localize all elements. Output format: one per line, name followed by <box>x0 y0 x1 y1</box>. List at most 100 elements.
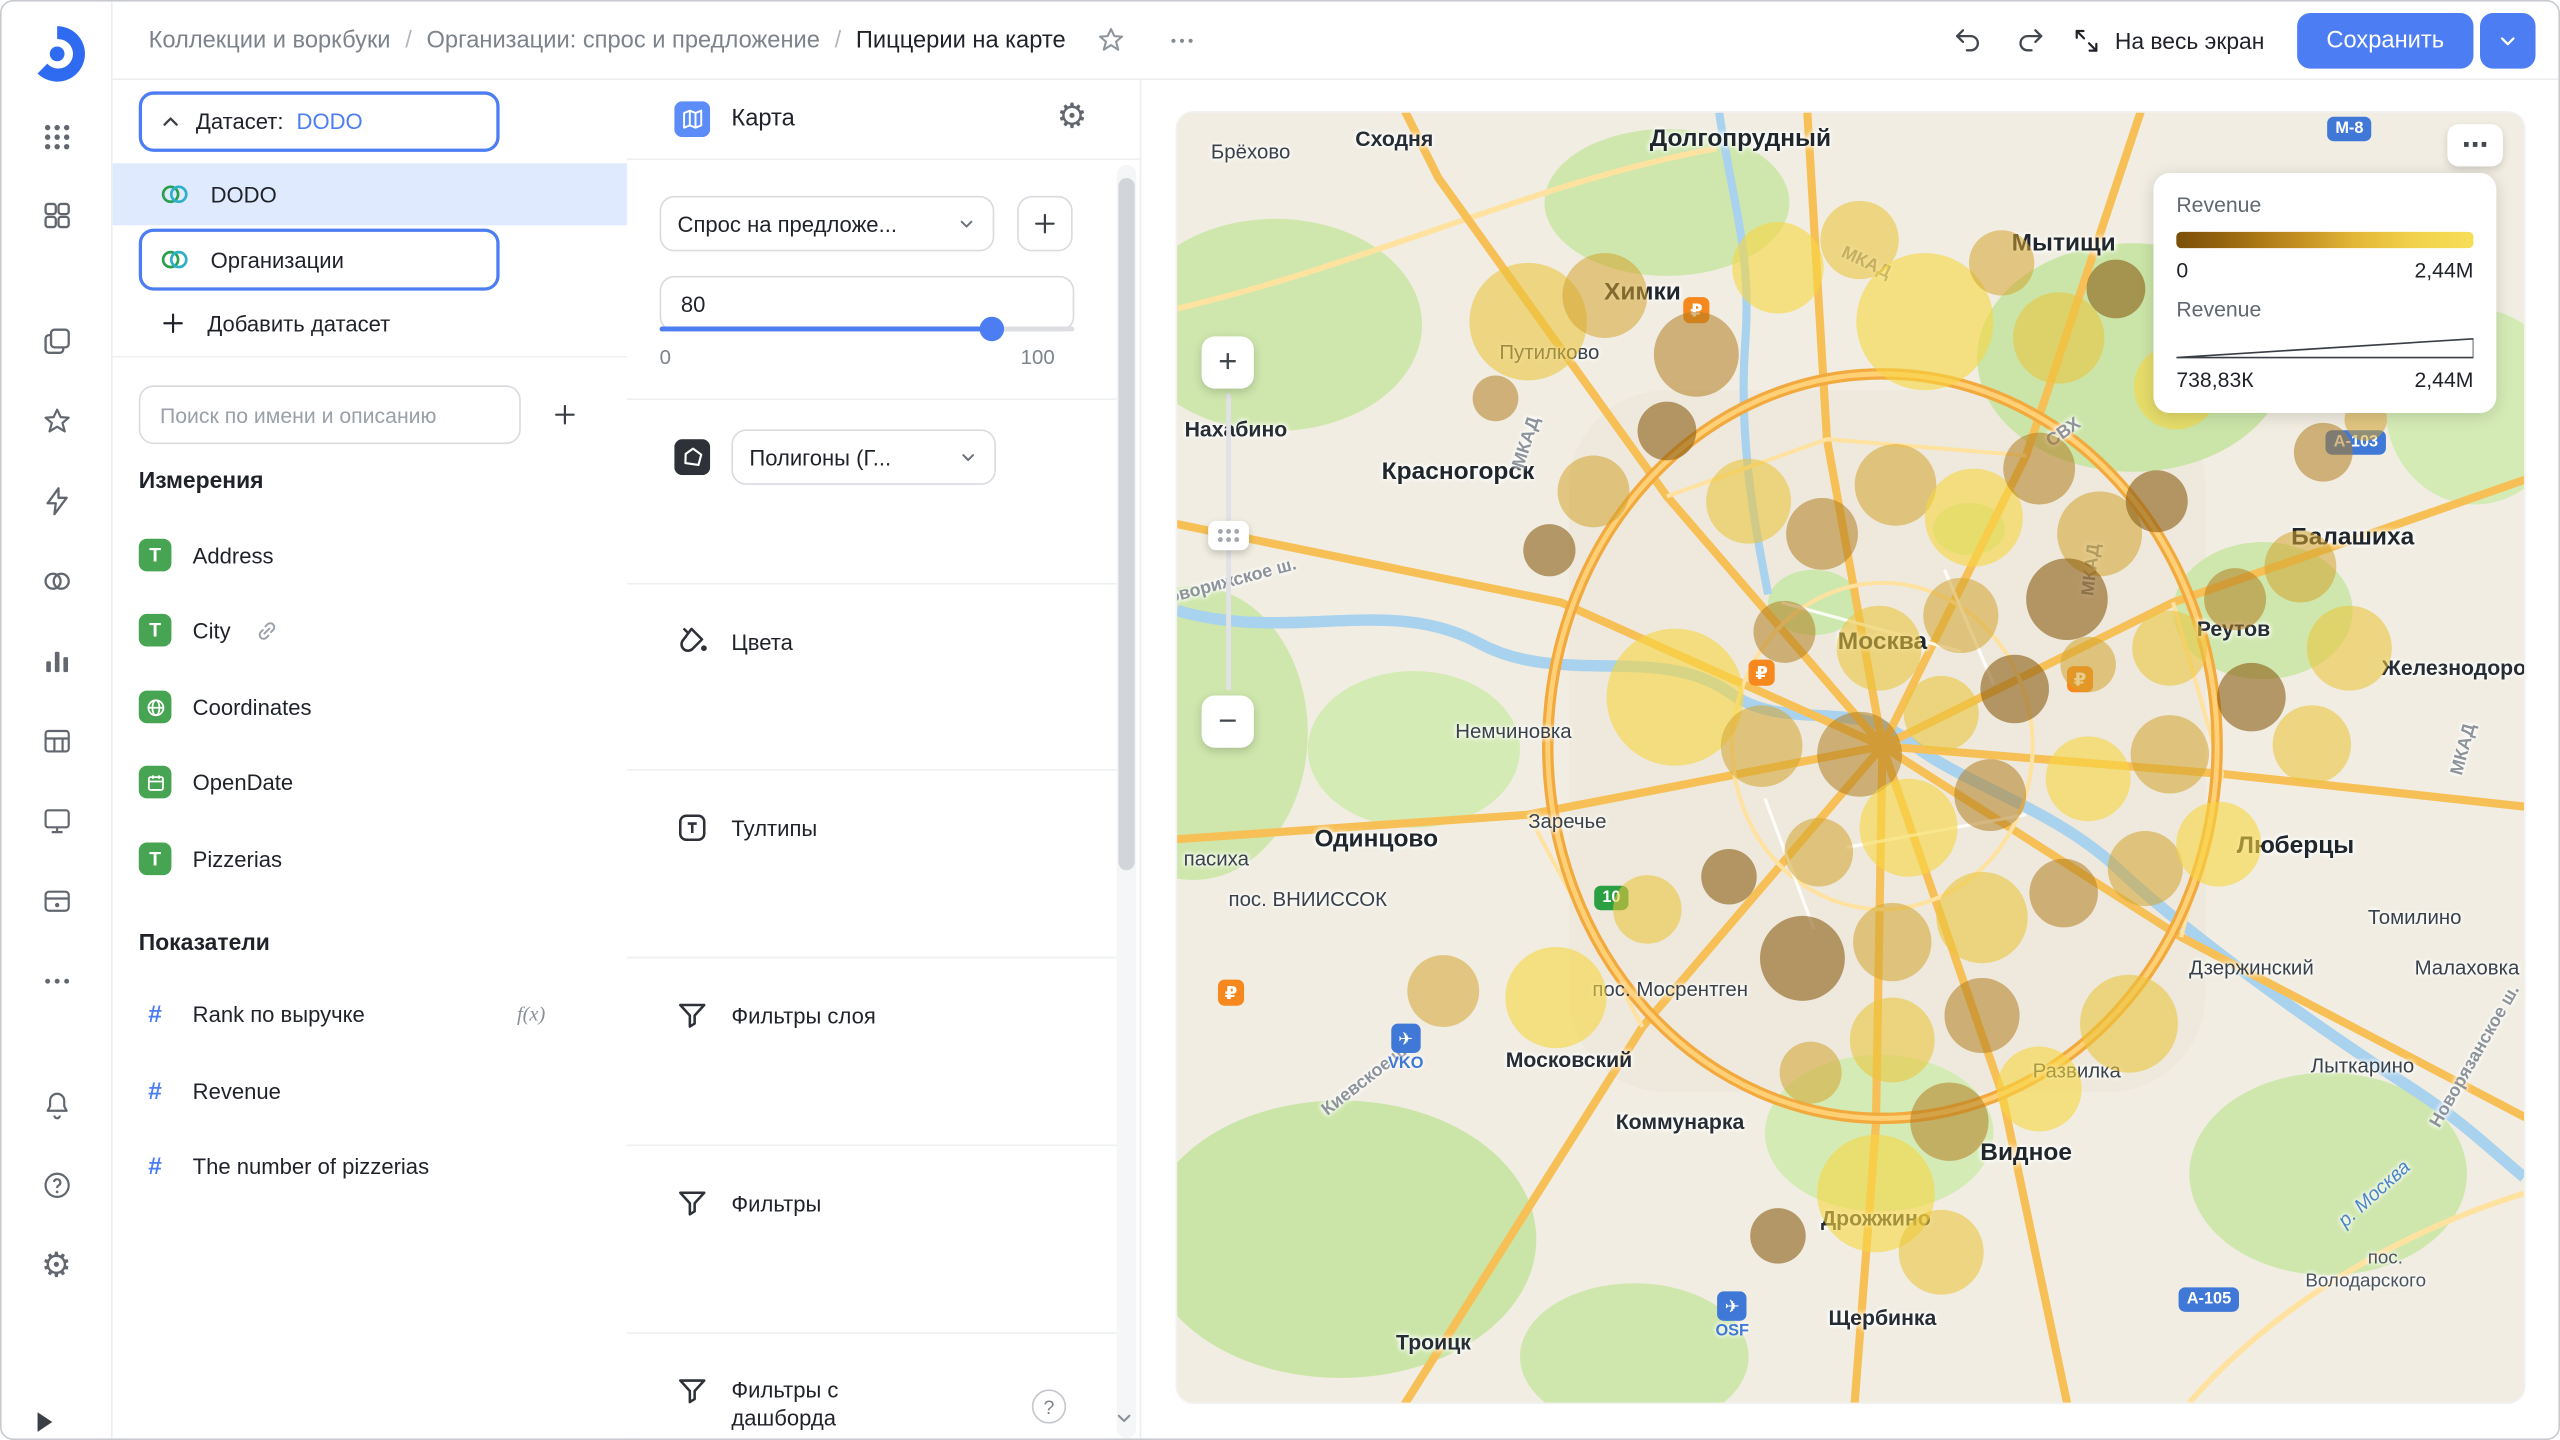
section-layer-filters[interactable]: Фильтры слоя <box>731 1004 875 1028</box>
map-bubble[interactable] <box>1899 1210 1984 1295</box>
more-actions-icon[interactable] <box>1157 16 1206 65</box>
map-bubble[interactable] <box>2132 611 2207 686</box>
notifications-icon[interactable] <box>2 1073 111 1138</box>
map-bubble[interactable] <box>2294 423 2353 482</box>
zoom-out-button[interactable]: − <box>1202 696 1254 748</box>
workbooks-icon[interactable] <box>2 309 111 374</box>
scroll-down-chevron-icon[interactable] <box>1113 1407 1134 1428</box>
section-tooltips[interactable]: Тултипы <box>731 816 817 840</box>
dataset-item-dodo[interactable]: DODO <box>111 163 627 225</box>
chart-settings-gear-icon[interactable]: ⚙ <box>1057 100 1088 134</box>
map-bubble[interactable] <box>1562 253 1647 338</box>
map-bubble[interactable] <box>1780 1042 1842 1104</box>
opacity-slider-handle[interactable] <box>980 317 1004 341</box>
settings-icon[interactable]: ⚙ <box>2 1233 111 1298</box>
map-bubble[interactable] <box>2108 831 2183 906</box>
save-options-button[interactable] <box>2480 12 2536 68</box>
help-circle-icon[interactable]: ? <box>1032 1389 1066 1423</box>
map-bubble[interactable] <box>1980 655 2049 724</box>
map-bubble[interactable] <box>2131 715 2209 793</box>
expand-rail-button[interactable] <box>38 1412 53 1432</box>
map-bubble[interactable] <box>2026 558 2108 640</box>
tables-icon[interactable] <box>2 709 111 774</box>
map-bubble[interactable] <box>2176 802 2261 887</box>
map-bubble[interactable] <box>1407 955 1479 1027</box>
map-bubble[interactable] <box>2080 975 2178 1073</box>
dataset-selector[interactable]: Датасет: DODO <box>139 91 500 151</box>
map-bubble[interactable] <box>1760 916 1845 1001</box>
scrollbar-thumb[interactable] <box>1118 178 1134 870</box>
map-bubble[interactable] <box>1923 578 1998 653</box>
datalens-logo-icon[interactable] <box>16 13 96 93</box>
map-bubble[interactable] <box>1638 402 1697 461</box>
map-bubble[interactable] <box>1910 1082 1988 1160</box>
map-bubble[interactable] <box>2307 606 2392 691</box>
map-bubble[interactable] <box>2046 736 2131 821</box>
breadcrumb-collections[interactable]: Коллекции и воркбуки <box>149 27 391 53</box>
apps-grid-icon[interactable] <box>2 104 111 169</box>
redo-icon[interactable] <box>2004 14 2056 66</box>
quick-charts-icon[interactable] <box>2 469 111 534</box>
map-bubble[interactable] <box>1853 903 1931 981</box>
config-scrollbar[interactable] <box>1117 165 1137 1438</box>
map-bubble[interactable] <box>1904 676 1979 751</box>
map-bubble[interactable] <box>2060 637 2116 693</box>
map-bubble[interactable] <box>1721 705 1803 787</box>
add-layer-button[interactable] <box>1017 196 1073 252</box>
map-bubble[interactable] <box>2217 663 2286 732</box>
map-bubble[interactable] <box>1753 601 1815 663</box>
datasets-icon[interactable] <box>2 549 111 614</box>
map-bubble[interactable] <box>1954 759 2026 831</box>
field-revenue[interactable]: # Revenue <box>111 1061 627 1120</box>
search-input[interactable] <box>139 385 521 444</box>
map-more-button[interactable]: ⋯ <box>2447 124 2503 166</box>
geotype-select[interactable]: Полигоны (Г... <box>731 429 995 485</box>
field-address[interactable]: T Address <box>111 526 627 585</box>
map-bubble[interactable] <box>1750 1208 1806 1264</box>
map-bubble[interactable] <box>1786 498 1858 570</box>
map-bubble[interactable] <box>1523 524 1575 576</box>
field-city[interactable]: T City <box>111 601 627 660</box>
add-dataset-button[interactable]: Добавить датасет <box>111 297 627 349</box>
opacity-slider[interactable] <box>660 327 1075 332</box>
map-bubble[interactable] <box>2003 433 2075 505</box>
map-bubble[interactable] <box>1473 376 1519 422</box>
section-colors[interactable]: Цвета <box>731 630 792 654</box>
undo-icon[interactable] <box>1942 14 1994 66</box>
field-coordinates[interactable]: Coordinates <box>111 678 627 737</box>
storage-icon[interactable] <box>2 869 111 934</box>
map-bubble[interactable] <box>2264 531 2336 603</box>
layer-opacity-value[interactable]: 80 <box>660 276 1075 332</box>
field-pizzerias[interactable]: T Pizzerias <box>111 829 627 888</box>
map-bubble[interactable] <box>2204 568 2266 630</box>
map-bubble[interactable] <box>1558 456 1630 528</box>
map-bubble[interactable] <box>1613 875 1682 944</box>
dataset-item-organizations[interactable]: Организации <box>139 229 500 291</box>
save-button[interactable]: Сохранить <box>2297 12 2473 68</box>
map-bubble[interactable] <box>1969 230 2034 295</box>
map-bubble[interactable] <box>1706 459 1791 544</box>
help-icon[interactable] <box>2 1153 111 1218</box>
add-field-button[interactable] <box>540 390 589 439</box>
map-bubble[interactable] <box>1701 849 1757 905</box>
more-icon[interactable] <box>2 949 111 1014</box>
charts-icon[interactable] <box>2 629 111 694</box>
map-bubble[interactable] <box>1505 947 1606 1048</box>
map-bubble[interactable] <box>2087 260 2146 319</box>
zoom-slider-handle[interactable] <box>1208 521 1249 550</box>
ruble-poi-icon[interactable]: ₽ <box>1749 660 1775 686</box>
airport-marker[interactable]: ✈OSF <box>1715 1291 1749 1340</box>
section-filters[interactable]: Фильтры <box>731 1192 821 1216</box>
favorite-star-icon[interactable] <box>1087 16 1136 65</box>
map-bubble[interactable] <box>1997 1047 2082 1132</box>
favorites-icon[interactable] <box>2 389 111 454</box>
section-dashboard-filters[interactable]: Фильтры с дашборда <box>731 1376 894 1432</box>
map-bubble[interactable] <box>1850 998 1935 1083</box>
map-bubble[interactable] <box>1654 312 1739 397</box>
map-bubble[interactable] <box>1944 978 2019 1053</box>
map[interactable]: ДолгопрудныйМытищиХимкиКрасногорскБалаши… <box>1177 113 2524 1403</box>
field-opendate[interactable]: OpenDate <box>111 753 627 812</box>
map-bubble[interactable] <box>1784 818 1853 887</box>
field-number-of-pizzerias[interactable]: # The number of pizzerias <box>111 1136 627 1195</box>
map-bubble[interactable] <box>2029 859 2098 928</box>
